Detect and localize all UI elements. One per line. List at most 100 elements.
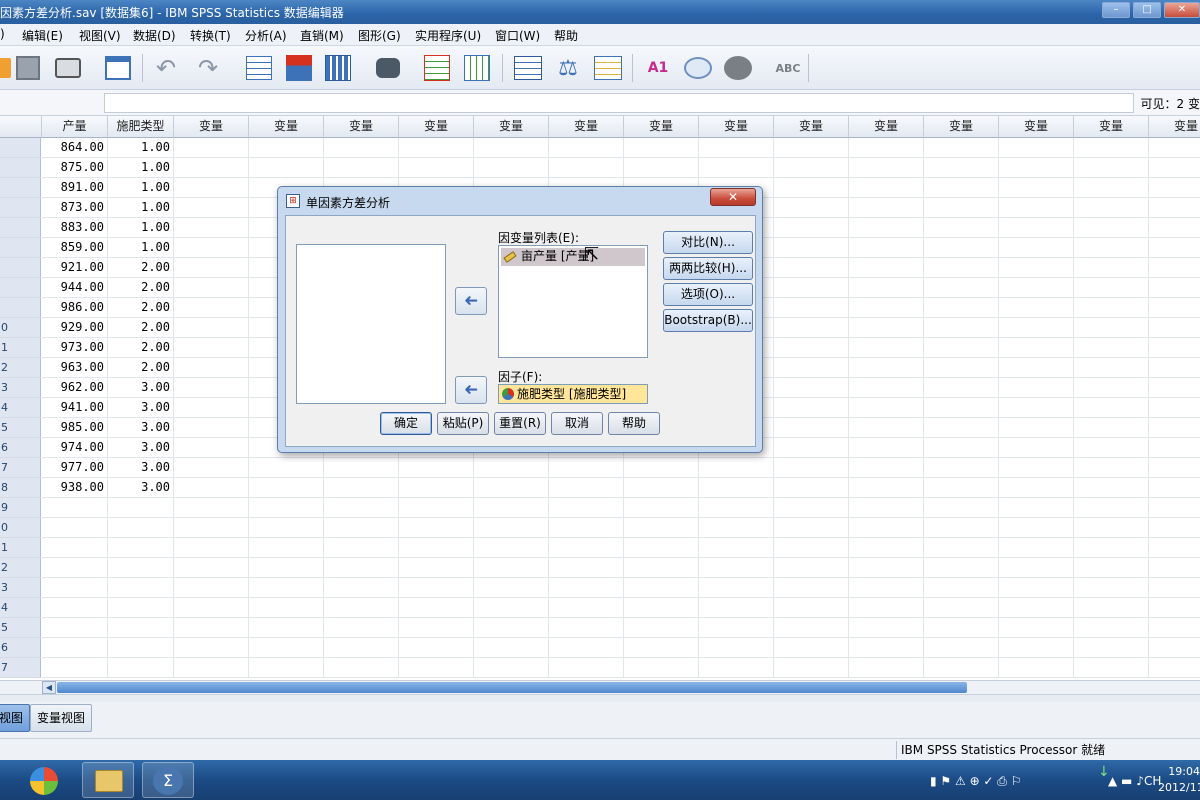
table-cell[interactable]: 1.00: [108, 198, 174, 218]
table-cell[interactable]: [849, 158, 924, 178]
table-cell[interactable]: [849, 558, 924, 578]
table-cell[interactable]: [174, 438, 249, 458]
table-cell[interactable]: [249, 498, 324, 518]
table-cell[interactable]: [108, 638, 174, 658]
table-cell[interactable]: [774, 218, 849, 238]
row-header[interactable]: 2: [0, 358, 41, 378]
table-cell[interactable]: [1149, 358, 1200, 378]
table-cell[interactable]: 3.00: [108, 458, 174, 478]
pane-splitter[interactable]: [0, 694, 1200, 702]
table-cell[interactable]: [999, 558, 1074, 578]
table-cell[interactable]: [999, 418, 1074, 438]
row-header[interactable]: 0: [0, 518, 41, 538]
table-cell[interactable]: [474, 618, 549, 638]
table-cell[interactable]: [849, 538, 924, 558]
table-cell[interactable]: 3.00: [108, 378, 174, 398]
table-cell[interactable]: [999, 158, 1074, 178]
show-all-button[interactable]: [722, 52, 754, 84]
table-cell[interactable]: [249, 538, 324, 558]
table-cell[interactable]: [849, 518, 924, 538]
table-cell[interactable]: [1074, 218, 1149, 238]
table-cell[interactable]: [624, 158, 699, 178]
save-button[interactable]: [12, 52, 44, 84]
table-cell[interactable]: [399, 478, 474, 498]
table-cell[interactable]: [1074, 258, 1149, 278]
table-cell[interactable]: [1149, 478, 1200, 498]
table-cell[interactable]: [249, 578, 324, 598]
scroll-left-icon[interactable]: ◀: [42, 681, 56, 694]
table-cell[interactable]: [774, 478, 849, 498]
table-cell[interactable]: [924, 218, 999, 238]
table-cell[interactable]: [399, 518, 474, 538]
row-header[interactable]: 1: [0, 338, 41, 358]
table-cell[interactable]: [924, 158, 999, 178]
redo-button[interactable]: ↷: [192, 52, 224, 84]
table-cell[interactable]: [549, 658, 624, 678]
table-cell[interactable]: [108, 658, 174, 678]
table-cell[interactable]: [549, 538, 624, 558]
table-cell[interactable]: [774, 538, 849, 558]
table-cell[interactable]: [474, 478, 549, 498]
table-cell[interactable]: [699, 458, 774, 478]
table-cell[interactable]: [324, 618, 399, 638]
table-cell[interactable]: [1149, 178, 1200, 198]
table-cell[interactable]: [1149, 538, 1200, 558]
table-cell[interactable]: [924, 138, 999, 158]
column-header-empty-variable[interactable]: 变量: [399, 116, 474, 138]
table-cell[interactable]: [924, 258, 999, 278]
table-cell[interactable]: [999, 458, 1074, 478]
table-cell[interactable]: [399, 138, 474, 158]
table-cell[interactable]: 962.00: [42, 378, 108, 398]
table-cell[interactable]: [1149, 658, 1200, 678]
table-cell[interactable]: [174, 378, 249, 398]
table-cell[interactable]: [624, 538, 699, 558]
post-hoc-button[interactable]: 两两比较(H)...: [663, 257, 753, 280]
select-cases-button[interactable]: [592, 52, 624, 84]
table-cell[interactable]: [474, 518, 549, 538]
table-cell[interactable]: [108, 598, 174, 618]
help-button[interactable]: 帮助: [608, 412, 660, 435]
row-header[interactable]: 4: [0, 598, 41, 618]
table-cell[interactable]: [624, 458, 699, 478]
table-cell[interactable]: [474, 498, 549, 518]
table-cell[interactable]: [474, 658, 549, 678]
table-cell[interactable]: [249, 458, 324, 478]
variables-button[interactable]: [322, 52, 354, 84]
table-cell[interactable]: [474, 578, 549, 598]
table-cell[interactable]: [1149, 338, 1200, 358]
column-header-empty-variable[interactable]: 变量: [774, 116, 849, 138]
table-cell[interactable]: [399, 498, 474, 518]
dependent-list[interactable]: 亩产量 [产量]: [498, 245, 648, 358]
table-cell[interactable]: 985.00: [42, 418, 108, 438]
table-cell[interactable]: [774, 438, 849, 458]
table-cell[interactable]: [1074, 138, 1149, 158]
table-cell[interactable]: [549, 518, 624, 538]
menu-item-file-partial[interactable]: ): [0, 27, 5, 41]
row-header[interactable]: 5: [0, 418, 41, 438]
table-cell[interactable]: [174, 298, 249, 318]
table-cell[interactable]: [549, 458, 624, 478]
table-cell[interactable]: [1149, 518, 1200, 538]
table-cell[interactable]: [108, 558, 174, 578]
table-cell[interactable]: [474, 638, 549, 658]
table-cell[interactable]: [324, 138, 399, 158]
table-cell[interactable]: [1074, 238, 1149, 258]
table-cell[interactable]: [1074, 538, 1149, 558]
table-cell[interactable]: [924, 298, 999, 318]
column-header-empty-variable[interactable]: 变量: [1074, 116, 1149, 138]
table-cell[interactable]: [1074, 598, 1149, 618]
move-to-dependent-button[interactable]: ➜: [455, 287, 487, 315]
table-cell[interactable]: [924, 418, 999, 438]
minimize-button[interactable]: –: [1102, 2, 1130, 18]
table-cell[interactable]: [399, 618, 474, 638]
system-clock[interactable]: 19:04 2012/11: [1158, 764, 1200, 796]
table-cell[interactable]: [774, 658, 849, 678]
table-cell[interactable]: [849, 418, 924, 438]
table-cell[interactable]: [474, 558, 549, 578]
row-header[interactable]: [0, 158, 41, 178]
table-cell[interactable]: [1149, 298, 1200, 318]
table-cell[interactable]: [108, 618, 174, 638]
table-cell[interactable]: [849, 398, 924, 418]
table-cell[interactable]: [924, 238, 999, 258]
table-cell[interactable]: [1074, 398, 1149, 418]
